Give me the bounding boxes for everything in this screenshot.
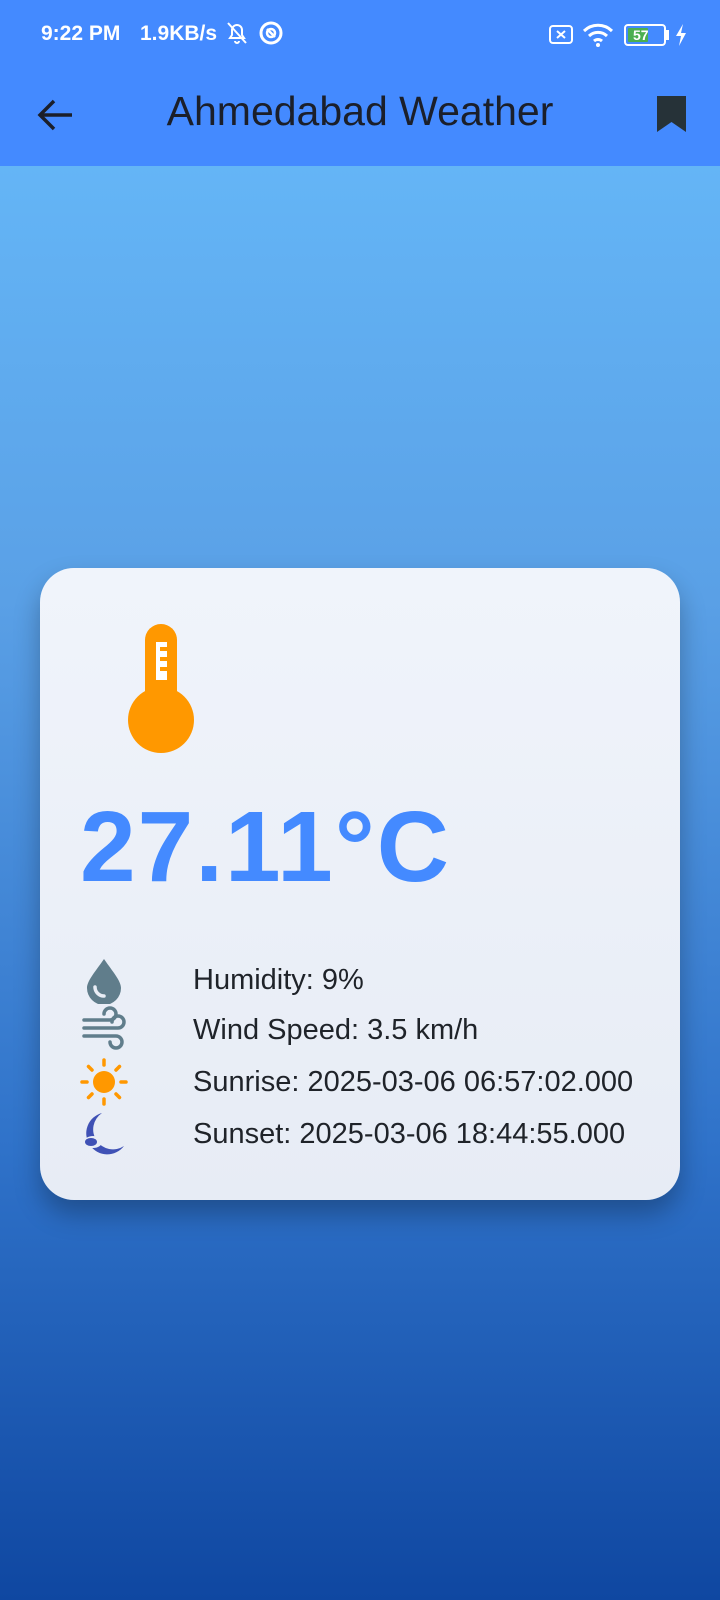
- bookmark-button[interactable]: [648, 90, 698, 140]
- page-title: Ahmedabad Weather: [166, 88, 554, 134]
- wind-icon: [82, 1006, 126, 1050]
- humidity-text: Humidity: 9%: [193, 964, 364, 996]
- sim-off-icon: [549, 25, 573, 44]
- charging-icon: [676, 24, 686, 46]
- bookmark-icon: [657, 96, 686, 132]
- moon-cloud-icon: [84, 1113, 124, 1155]
- sunset-text: Sunset: 2025-03-06 18:44:55.000: [193, 1118, 626, 1150]
- water-drop-icon: [87, 959, 121, 1004]
- status-net-speed: 1.9KB/s: [140, 22, 218, 45]
- battery-level: 57: [633, 27, 649, 43]
- app-bar: Ahmedabad Weather: [0, 68, 720, 166]
- wind-speed-text: Wind Speed: 3.5 km/h: [193, 1014, 479, 1046]
- data-saver-icon: [259, 21, 283, 45]
- status-time: 9:22 PM: [41, 22, 121, 45]
- status-bar: 9:22 PM 1.9KB/s 57: [0, 0, 720, 68]
- sunrise-text: Sunrise: 2025-03-06 06:57:02.000: [193, 1066, 634, 1098]
- sun-icon: [80, 1058, 128, 1106]
- humidity-row: Humidity: 9%: [80, 956, 660, 1006]
- sunrise-row: Sunrise: 2025-03-06 06:57:02.000: [80, 1058, 660, 1108]
- battery-icon: 57: [624, 24, 669, 46]
- temperature-value: 27.11°C: [80, 791, 451, 903]
- bell-off-icon: [227, 22, 247, 44]
- weather-card: 27.11°C Humidity: 9% Wind Speed: 3.5 km/…: [40, 568, 680, 1200]
- sunset-row: Sunset: 2025-03-06 18:44:55.000: [80, 1110, 660, 1160]
- wifi-icon: [582, 23, 614, 47]
- wind-speed-row: Wind Speed: 3.5 km/h: [80, 1006, 660, 1056]
- thermometer-icon: [128, 624, 194, 753]
